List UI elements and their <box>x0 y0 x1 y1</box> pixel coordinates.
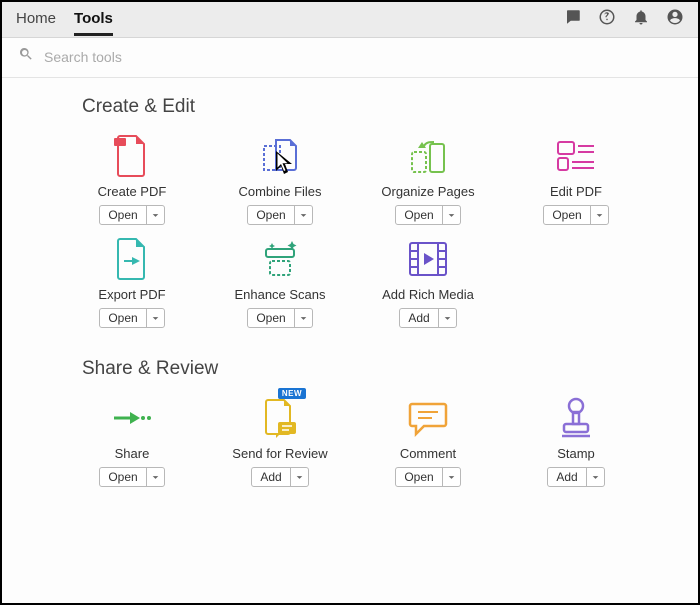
action-dropdown[interactable] <box>294 206 312 224</box>
tool-label: Enhance Scans <box>234 287 325 302</box>
action-dropdown[interactable] <box>294 309 312 327</box>
action-main[interactable]: Open <box>100 206 145 224</box>
section-title-create-edit: Create & Edit <box>82 96 678 118</box>
action-button: Add <box>251 467 308 487</box>
action-button: Open <box>247 205 312 225</box>
enhance-scans-icon <box>256 235 304 283</box>
action-main[interactable]: Add <box>252 468 289 486</box>
action-button: Open <box>395 205 460 225</box>
action-button: Open <box>395 467 460 487</box>
help-icon[interactable] <box>598 8 616 31</box>
action-main[interactable]: Open <box>396 468 441 486</box>
top-bar: Home Tools <box>2 2 698 38</box>
tool-export-pdf[interactable]: Export PDF Open <box>82 235 182 328</box>
tool-stamp[interactable]: Stamp Add <box>526 394 626 487</box>
tool-add-rich-media[interactable]: Add Rich Media Add <box>378 235 478 328</box>
organize-pages-icon <box>404 132 452 180</box>
action-dropdown[interactable] <box>438 309 456 327</box>
new-badge: NEW <box>278 388 306 399</box>
action-main[interactable]: Open <box>396 206 441 224</box>
edit-pdf-icon <box>552 132 600 180</box>
action-dropdown[interactable] <box>586 468 604 486</box>
tools-content: Create & Edit Create PDF Open Combine F <box>2 78 698 547</box>
tool-combine-files[interactable]: Combine Files Open <box>230 132 330 225</box>
action-button: Open <box>99 308 164 328</box>
combine-files-icon <box>256 132 304 180</box>
action-button: Open <box>247 308 312 328</box>
tool-label: Edit PDF <box>550 184 602 199</box>
tool-label: Organize Pages <box>381 184 474 199</box>
action-main[interactable]: Open <box>100 468 145 486</box>
tool-label: Comment <box>400 446 456 461</box>
tool-send-for-review[interactable]: NEW Send for Review Add <box>230 394 330 487</box>
action-main[interactable]: Open <box>100 309 145 327</box>
search-icon <box>18 46 34 67</box>
chat-icon[interactable] <box>564 8 582 31</box>
tab-bar: Home Tools <box>16 3 113 36</box>
send-for-review-icon: NEW <box>256 394 304 442</box>
tool-edit-pdf[interactable]: Edit PDF Open <box>526 132 626 225</box>
tab-home[interactable]: Home <box>16 3 56 36</box>
create-pdf-icon <box>108 132 156 180</box>
action-dropdown[interactable] <box>290 468 308 486</box>
action-button: Open <box>543 205 608 225</box>
profile-icon[interactable] <box>666 8 684 31</box>
action-dropdown[interactable] <box>146 468 164 486</box>
tool-label: Send for Review <box>232 446 327 461</box>
tool-share[interactable]: Share Open <box>82 394 182 487</box>
section-title-share-review: Share & Review <box>82 358 678 380</box>
action-button: Open <box>99 205 164 225</box>
tool-create-pdf[interactable]: Create PDF Open <box>82 132 182 225</box>
grid-create-edit: Create PDF Open Combine Files Open <box>82 132 678 328</box>
tool-enhance-scans[interactable]: Enhance Scans Open <box>230 235 330 328</box>
action-main[interactable]: Open <box>248 309 293 327</box>
comment-icon <box>404 394 452 442</box>
tab-tools[interactable]: Tools <box>74 3 113 36</box>
export-pdf-icon <box>108 235 156 283</box>
search-bar <box>2 38 698 78</box>
tool-label: Export PDF <box>98 287 165 302</box>
tool-comment[interactable]: Comment Open <box>378 394 478 487</box>
action-button: Add <box>547 467 604 487</box>
tool-label: Combine Files <box>238 184 321 199</box>
tool-label: Share <box>115 446 150 461</box>
action-dropdown[interactable] <box>442 468 460 486</box>
topbar-icons <box>564 8 684 31</box>
action-dropdown[interactable] <box>590 206 608 224</box>
action-dropdown[interactable] <box>146 309 164 327</box>
action-dropdown[interactable] <box>146 206 164 224</box>
action-dropdown[interactable] <box>442 206 460 224</box>
action-main[interactable]: Open <box>544 206 589 224</box>
tool-organize-pages[interactable]: Organize Pages Open <box>378 132 478 225</box>
tool-label: Stamp <box>557 446 595 461</box>
action-main[interactable]: Add <box>548 468 585 486</box>
action-main[interactable]: Add <box>400 309 437 327</box>
grid-share-review: Share Open NEW Send for Review Add <box>82 394 678 487</box>
action-button: Open <box>99 467 164 487</box>
tool-label: Add Rich Media <box>382 287 474 302</box>
action-button: Add <box>399 308 456 328</box>
tool-label: Create PDF <box>98 184 167 199</box>
bell-icon[interactable] <box>632 8 650 31</box>
stamp-icon <box>552 394 600 442</box>
share-icon <box>108 394 156 442</box>
rich-media-icon <box>404 235 452 283</box>
action-main[interactable]: Open <box>248 206 293 224</box>
search-input[interactable] <box>44 49 344 65</box>
